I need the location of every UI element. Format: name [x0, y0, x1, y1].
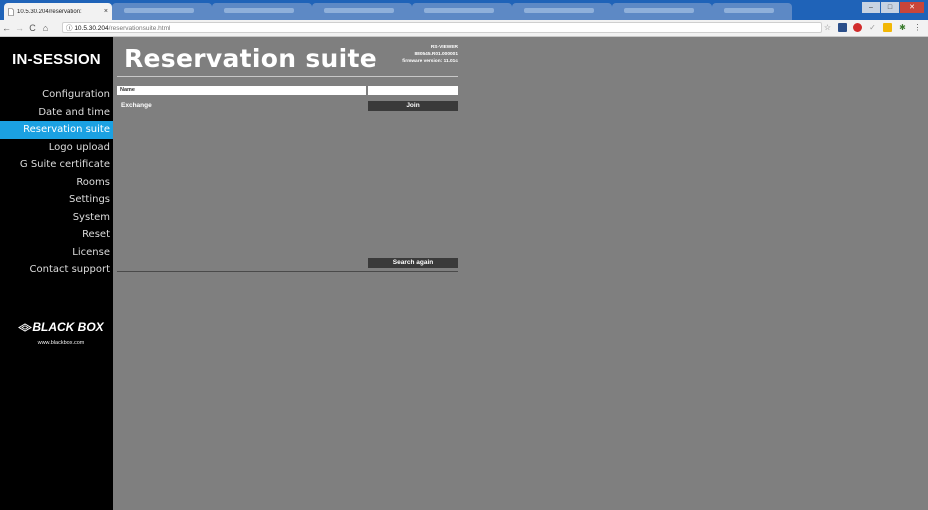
- url-host: 10.5.30.204: [74, 25, 109, 32]
- device-info: RS-VIEWER 880545.R01.000001 firmware ver…: [402, 45, 458, 65]
- extension-icon[interactable]: ✱: [898, 23, 907, 32]
- sidebar-item-reservation-suite[interactable]: Reservation suite: [0, 121, 113, 139]
- sidebar-item-reset[interactable]: Reset: [0, 226, 113, 244]
- sidebar-item-configuration[interactable]: Configuration: [0, 86, 113, 104]
- url-path: /reservationsuite.html: [108, 25, 171, 32]
- brand-logo: IN-SESSION: [12, 51, 101, 68]
- sidebar-item-date-and-time[interactable]: Date and time: [0, 104, 113, 122]
- device-serial: 880545.R01.000001: [414, 51, 458, 57]
- sidebar-item-logo-upload[interactable]: Logo upload: [0, 139, 113, 157]
- browser-tab-background[interactable]: [212, 3, 312, 20]
- window-controls: – □ ✕: [862, 2, 924, 13]
- extension-icon[interactable]: ✓: [868, 23, 877, 32]
- browser-tab-background[interactable]: [712, 3, 792, 20]
- maximize-button[interactable]: □: [881, 2, 899, 13]
- logo-text: BLACK BOX: [16, 320, 106, 334]
- name-label: Name: [117, 86, 366, 95]
- blackbox-logo: BLACK BOX www.blackbox.com: [16, 320, 106, 346]
- firmware-version: firmware version: 11.01c: [402, 58, 458, 64]
- address-bar-row: ← → C ⌂ ⓘ 10.5.30.204/reservationsuite.h…: [0, 20, 928, 37]
- back-icon[interactable]: ←: [0, 23, 13, 33]
- blackbox-logo-icon: [18, 323, 33, 332]
- browser-tab-strip: 10.5.30.204/reservation: × – □ ✕: [0, 0, 928, 20]
- browser-tab-background[interactable]: [412, 3, 512, 20]
- sidebar: IN-SESSION Configuration Date and time Res…: [0, 37, 113, 510]
- extension-icons: ☆ ✓ ✱ ⋮: [823, 23, 922, 32]
- sidebar-item-system[interactable]: System: [0, 209, 113, 227]
- sidebar-nav: Configuration Date and time Reservation su…: [0, 86, 113, 279]
- reload-icon[interactable]: C: [26, 23, 39, 33]
- name-input[interactable]: [368, 86, 458, 95]
- browser-tab-background[interactable]: [112, 3, 212, 20]
- adblock-icon[interactable]: [853, 23, 862, 32]
- page-icon: [8, 7, 14, 16]
- sidebar-item-settings[interactable]: Settings: [0, 191, 113, 209]
- url-input[interactable]: ⓘ 10.5.30.204/reservationsuite.html: [62, 22, 822, 33]
- sidebar-item-g-suite-certificate[interactable]: G Suite certificate: [0, 156, 113, 174]
- sidebar-item-contact-support[interactable]: Contact support: [0, 261, 113, 279]
- tab-close-icon[interactable]: ×: [104, 8, 108, 15]
- minimize-button[interactable]: –: [862, 2, 880, 13]
- browser-tab-title: 10.5.30.204/reservation:: [17, 8, 82, 15]
- divider: [117, 271, 458, 272]
- join-button[interactable]: Join: [368, 101, 458, 111]
- sidebar-item-license[interactable]: License: [0, 244, 113, 262]
- logo-url: www.blackbox.com: [37, 340, 85, 346]
- forward-icon[interactable]: →: [13, 23, 26, 33]
- extension-icon[interactable]: [838, 23, 847, 32]
- browser-tab-background[interactable]: [612, 3, 712, 20]
- extension-icon[interactable]: [883, 23, 892, 32]
- search-again-button[interactable]: Search again: [368, 258, 458, 268]
- window-close-button[interactable]: ✕: [900, 2, 924, 13]
- page-title: Reservation suite: [124, 44, 377, 73]
- exchange-label: Exchange: [121, 102, 152, 109]
- browser-tab-background[interactable]: [512, 3, 612, 20]
- browser-tab-background[interactable]: [312, 3, 412, 20]
- divider: [117, 76, 458, 77]
- bookmark-star-icon[interactable]: ☆: [823, 23, 832, 32]
- device-model: RS-VIEWER: [430, 45, 458, 50]
- browser-tab-active[interactable]: 10.5.30.204/reservation: ×: [4, 3, 112, 20]
- home-icon[interactable]: ⌂: [39, 23, 52, 33]
- sidebar-item-rooms[interactable]: Rooms: [0, 174, 113, 192]
- menu-icon[interactable]: ⋮: [913, 23, 922, 32]
